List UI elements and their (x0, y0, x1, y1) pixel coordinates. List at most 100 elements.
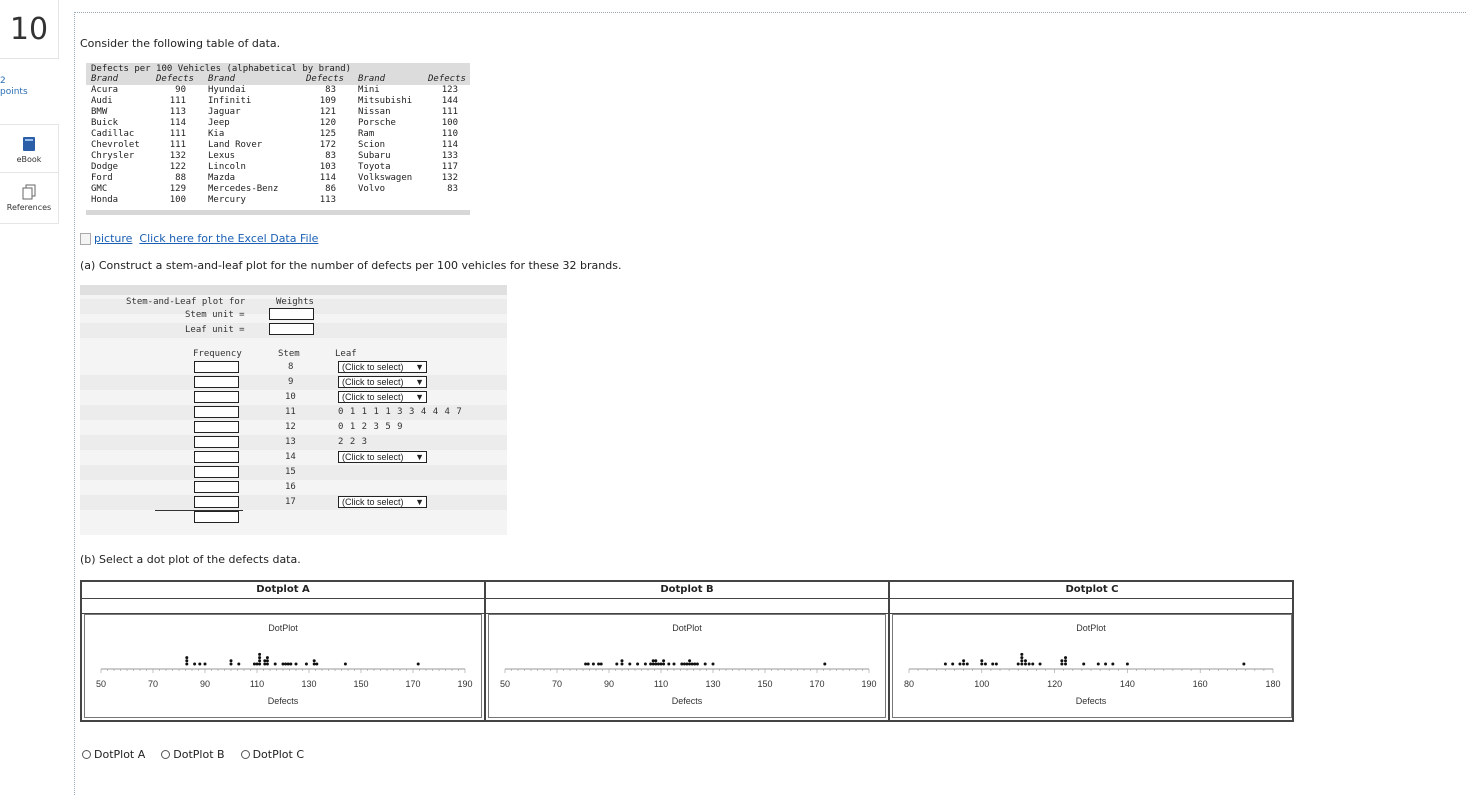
leaf-select[interactable]: (Click to select) ▼ (338, 451, 427, 463)
dot-point (185, 656, 189, 660)
frequency-input[interactable] (194, 451, 239, 463)
dot-point (688, 662, 692, 666)
dot-point (289, 662, 293, 666)
brand-cell: Dodge (91, 162, 119, 172)
brand-cell: Mini (358, 85, 380, 95)
radio-button[interactable] (161, 750, 171, 759)
x-tick-label: 70 (552, 679, 562, 689)
defects-cell: 88 (175, 173, 186, 183)
dotplot-options-table: Dotplot A DotPlot Defects 50 70 90 110 130 150 17… (80, 580, 1294, 722)
stem-unit-input[interactable] (269, 308, 314, 320)
dot-point (1027, 662, 1031, 666)
ebook-button[interactable]: eBook (0, 124, 59, 176)
leaf-select[interactable]: (Click to select) ▼ (338, 376, 427, 388)
defects-cell: 111 (169, 96, 186, 106)
stem-value: 8 (288, 362, 294, 372)
frequency-input[interactable] (194, 421, 239, 433)
dot-point (1104, 662, 1108, 666)
dot-point (312, 662, 316, 666)
leaf-header: Leaf (335, 349, 357, 359)
dot-point (823, 662, 827, 666)
dot-point (229, 659, 233, 663)
frequency-input[interactable] (194, 481, 239, 493)
stem-leaf-title: Stem-and-Leaf plot for (126, 297, 246, 307)
leaf-unit-input[interactable] (269, 323, 314, 335)
dotplot-xlabel: Defects (672, 696, 703, 706)
x-tick-label: 110 (654, 679, 668, 689)
frequency-input[interactable] (194, 496, 239, 508)
dotplot-chart: DotPlot Defects 50 70 90 110 130 150 170 190 (84, 614, 482, 718)
brand-cell: Jaguar (208, 107, 241, 117)
dot-point (597, 662, 601, 666)
x-tick-label: 160 (1193, 679, 1208, 689)
excel-data-link[interactable]: picture Click here for the Excel Data Fi… (80, 232, 318, 245)
dot-point (1031, 662, 1035, 666)
defects-cell: 129 (169, 184, 186, 194)
stem-unit-label: Stem unit = (185, 310, 245, 320)
references-button[interactable]: References (0, 172, 59, 224)
dot-point (994, 662, 998, 666)
choice-dotplot-c[interactable]: DotPlot C (240, 748, 304, 761)
leaf-select[interactable]: (Click to select) ▼ (338, 361, 427, 373)
dot-point (304, 662, 308, 666)
brand-cell: Volvo (358, 184, 386, 194)
leaf-select[interactable]: (Click to select) ▼ (338, 496, 427, 508)
stem-value: 9 (288, 377, 294, 387)
dot-point (662, 659, 666, 663)
defects-cell: 113 (169, 107, 186, 117)
dot-point (315, 662, 319, 666)
dot-point (229, 662, 233, 666)
dot-point (1020, 659, 1024, 663)
dot-point (265, 662, 269, 666)
defects-cell: 90 (175, 85, 186, 95)
defects-cell: 111 (441, 107, 458, 117)
book-icon (23, 137, 35, 151)
dot-point (586, 662, 590, 666)
stem-value: 15 (285, 467, 296, 477)
x-tick-label: 70 (148, 679, 158, 689)
dot-point (703, 662, 707, 666)
dot-point (1020, 662, 1024, 666)
stem-value: 10 (285, 392, 296, 402)
x-tick-label: 120 (1047, 679, 1062, 689)
dot-point (1020, 652, 1024, 656)
defects-cell: 117 (441, 162, 458, 172)
frequency-header: Frequency (193, 349, 242, 359)
dot-point (416, 662, 420, 666)
leaf-select-label: (Click to select) (342, 377, 404, 387)
dot-point (1064, 659, 1068, 663)
defects-cell: 113 (319, 195, 336, 205)
chevron-down-icon: ▼ (415, 392, 424, 402)
header-brand: Brand (358, 74, 386, 84)
frequency-input[interactable] (194, 391, 239, 403)
defects-cell: 109 (319, 96, 336, 106)
radio-button[interactable] (82, 750, 91, 759)
question-points: 2 points (0, 76, 28, 98)
stem-leaf-title-value: Weights (276, 297, 314, 307)
frequency-total-input[interactable] (194, 511, 239, 523)
brand-cell: Mercedes-Benz (208, 184, 279, 194)
leaf-values: 0 1 1 1 1 3 3 4 4 4 7 (338, 407, 462, 417)
copy-pages-icon (22, 184, 36, 200)
stem-value: 16 (285, 482, 296, 492)
dot-point (636, 662, 640, 666)
frequency-input[interactable] (194, 376, 239, 388)
dot-point (312, 659, 316, 663)
defects-cell: 86 (325, 184, 336, 194)
dot-point (1064, 656, 1068, 660)
dot-point (643, 662, 647, 666)
brand-cell: Toyota (358, 162, 391, 172)
brand-cell: Land Rover (208, 140, 263, 150)
brand-cell: Chevrolet (91, 140, 140, 150)
frequency-input[interactable] (194, 361, 239, 373)
dot-point (958, 662, 962, 666)
radio-button[interactable] (240, 750, 250, 759)
leaf-select[interactable]: (Click to select) ▼ (338, 391, 427, 403)
frequency-input[interactable] (194, 406, 239, 418)
x-tick-label: 90 (200, 679, 210, 689)
frequency-input[interactable] (194, 466, 239, 478)
choice-dotplot-a[interactable]: DotPlot A (82, 748, 145, 761)
choice-dotplot-b[interactable]: DotPlot B (161, 748, 225, 761)
frequency-input[interactable] (194, 436, 239, 448)
dot-point (1023, 662, 1027, 666)
